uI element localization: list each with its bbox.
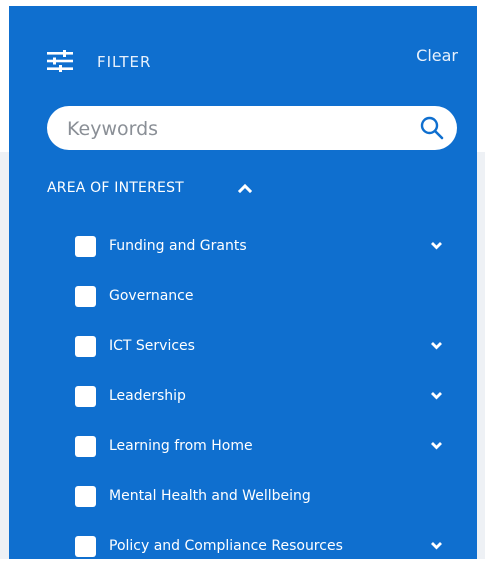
filter-header: FILTER Clear bbox=[9, 6, 477, 106]
checkbox[interactable] bbox=[75, 486, 96, 507]
filter-panel: FILTER Clear AREA OF INTEREST Funding an… bbox=[9, 6, 477, 559]
chevron-down-icon[interactable] bbox=[430, 240, 443, 250]
list-item: ICT Services bbox=[9, 318, 477, 368]
checkbox[interactable] bbox=[75, 386, 96, 407]
list-item-label: ICT Services bbox=[109, 338, 195, 354]
chevron-up-icon[interactable] bbox=[238, 183, 252, 193]
search-icon[interactable] bbox=[419, 115, 445, 141]
list-item-label: Learning from Home bbox=[109, 438, 253, 454]
chevron-down-icon[interactable] bbox=[430, 540, 443, 550]
checkbox[interactable] bbox=[75, 336, 96, 357]
checkbox[interactable] bbox=[75, 236, 96, 257]
checkbox[interactable] bbox=[75, 536, 96, 557]
checkbox[interactable] bbox=[75, 436, 96, 457]
area-of-interest-toggle[interactable]: AREA OF INTEREST bbox=[47, 180, 184, 196]
list-item: Policy and Compliance Resources bbox=[9, 518, 477, 568]
chevron-down-icon[interactable] bbox=[430, 440, 443, 450]
list-item-label: Policy and Compliance Resources bbox=[109, 538, 343, 554]
filter-sliders-icon[interactable] bbox=[47, 50, 73, 72]
list-item-label: Funding and Grants bbox=[109, 238, 247, 254]
list-item: Leadership bbox=[9, 368, 477, 418]
checkbox[interactable] bbox=[75, 286, 96, 307]
chevron-down-icon[interactable] bbox=[430, 340, 443, 350]
list-item-label: Mental Health and Wellbeing bbox=[109, 488, 311, 504]
clear-button[interactable]: Clear bbox=[416, 46, 458, 65]
search-box bbox=[47, 106, 457, 150]
search-input[interactable] bbox=[65, 114, 399, 144]
chevron-down-icon[interactable] bbox=[430, 390, 443, 400]
filter-title: FILTER bbox=[97, 53, 152, 71]
list-item: Mental Health and Wellbeing bbox=[9, 468, 477, 518]
list-item: Governance bbox=[9, 268, 477, 318]
list-item-label: Leadership bbox=[109, 388, 186, 404]
list-item: Funding and Grants bbox=[9, 218, 477, 268]
list-item: Learning from Home bbox=[9, 418, 477, 468]
list-item-label: Governance bbox=[109, 288, 194, 304]
